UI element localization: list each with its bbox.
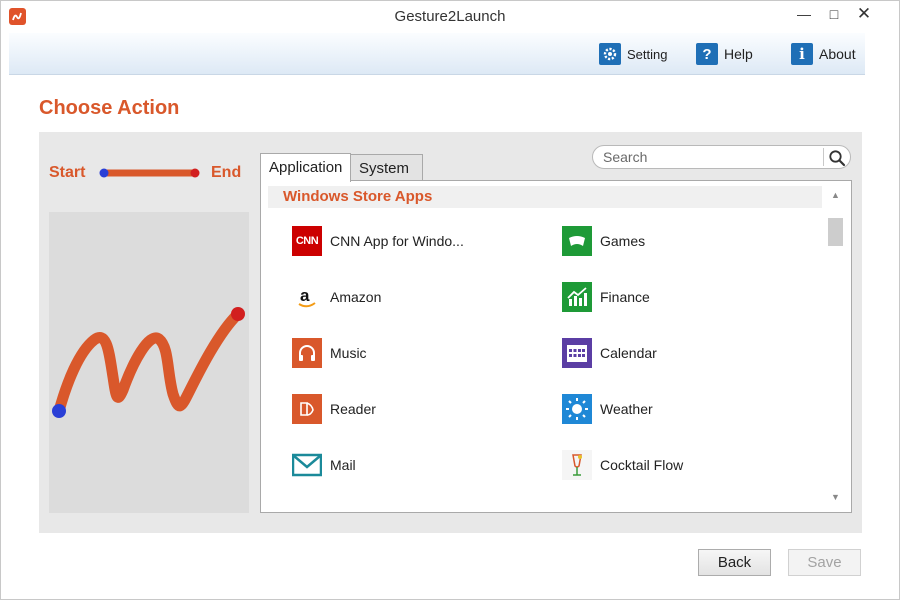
- list-item-reader[interactable]: Reader: [292, 393, 376, 425]
- search-box: [592, 145, 851, 169]
- window-title: Gesture2Launch: [394, 8, 506, 25]
- about-button[interactable]: i About: [791, 42, 856, 66]
- gesture-end-label: End: [211, 164, 242, 181]
- tab-application[interactable]: Application: [260, 153, 351, 182]
- save-button[interactable]: Save: [788, 549, 861, 576]
- app-name: Mail: [330, 457, 356, 473]
- back-button[interactable]: Back: [698, 549, 771, 576]
- list-scrollbar[interactable]: ▲ ▼: [827, 187, 844, 507]
- app-name: Music: [330, 345, 367, 361]
- gear-icon: [599, 43, 621, 65]
- question-mark-icon: ?: [696, 43, 718, 65]
- svg-text:a: a: [300, 286, 310, 305]
- list-item-cocktail-flow[interactable]: Cocktail Flow: [562, 449, 683, 481]
- cocktail-icon: [562, 450, 592, 480]
- app-name: Weather: [600, 401, 653, 417]
- search-input[interactable]: [603, 148, 818, 166]
- list-item-calendar[interactable]: Calendar: [562, 337, 657, 369]
- section-header: Windows Store Apps: [268, 186, 822, 208]
- about-label: About: [819, 46, 856, 62]
- gesture-legend-line: [99, 168, 200, 178]
- cnn-icon: CNN: [292, 226, 322, 256]
- setting-button[interactable]: Setting: [599, 42, 667, 66]
- list-item-weather[interactable]: Weather: [562, 393, 653, 425]
- app-window: Gesture2Launch — □ ✕ Setting ? Help i Ab…: [0, 0, 900, 600]
- list-item-games[interactable]: Games: [562, 225, 645, 257]
- sun-icon: [562, 394, 592, 424]
- scroll-down-arrow-icon[interactable]: ▼: [827, 489, 844, 505]
- finance-chart-icon: [562, 282, 592, 312]
- app-name: CNN App for Windo...: [330, 233, 464, 249]
- app-name: Calendar: [600, 345, 657, 361]
- list-item-amazon[interactable]: a Amazon: [292, 281, 381, 313]
- help-label: Help: [724, 46, 753, 62]
- scroll-up-arrow-icon[interactable]: ▲: [827, 187, 844, 203]
- list-item-cnn[interactable]: CNN CNN App for Windo...: [292, 225, 464, 257]
- setting-label: Setting: [627, 46, 668, 62]
- gesture-canvas[interactable]: [49, 212, 249, 513]
- close-button[interactable]: ✕: [849, 1, 879, 29]
- app-name: Amazon: [330, 289, 382, 305]
- list-item-finance[interactable]: Finance: [562, 281, 650, 313]
- list-item-music[interactable]: Music: [292, 337, 367, 369]
- maximize-button[interactable]: □: [819, 1, 849, 29]
- list-item-mail[interactable]: Mail: [292, 449, 356, 481]
- tab-system[interactable]: System: [350, 154, 423, 180]
- app-name: Reader: [330, 401, 376, 417]
- gamepad-icon: [562, 226, 592, 256]
- title-bar: Gesture2Launch — □ ✕: [1, 1, 899, 33]
- gesture-start-label: Start: [49, 164, 86, 181]
- search-icon[interactable]: [828, 149, 846, 167]
- minimize-button[interactable]: —: [789, 1, 819, 29]
- app-name: Cocktail Flow: [600, 457, 684, 473]
- envelope-icon: [292, 450, 322, 480]
- reader-icon: [292, 394, 322, 424]
- info-icon: i: [791, 43, 813, 65]
- headphones-icon: [292, 338, 322, 368]
- scroll-thumb[interactable]: [828, 218, 843, 246]
- toolbar: Setting ? Help i About: [9, 33, 865, 75]
- gesture-stroke: [52, 307, 245, 418]
- calendar-icon: [562, 338, 592, 368]
- app-name: Finance: [600, 289, 650, 305]
- app-list: Windows Store Apps CNN CNN App for Windo…: [260, 180, 852, 513]
- app-name: Games: [600, 233, 646, 249]
- amazon-icon: a: [292, 282, 322, 312]
- help-button[interactable]: ? Help: [696, 42, 753, 66]
- search-separator: [823, 148, 824, 166]
- page-title: Choose Action: [39, 97, 180, 119]
